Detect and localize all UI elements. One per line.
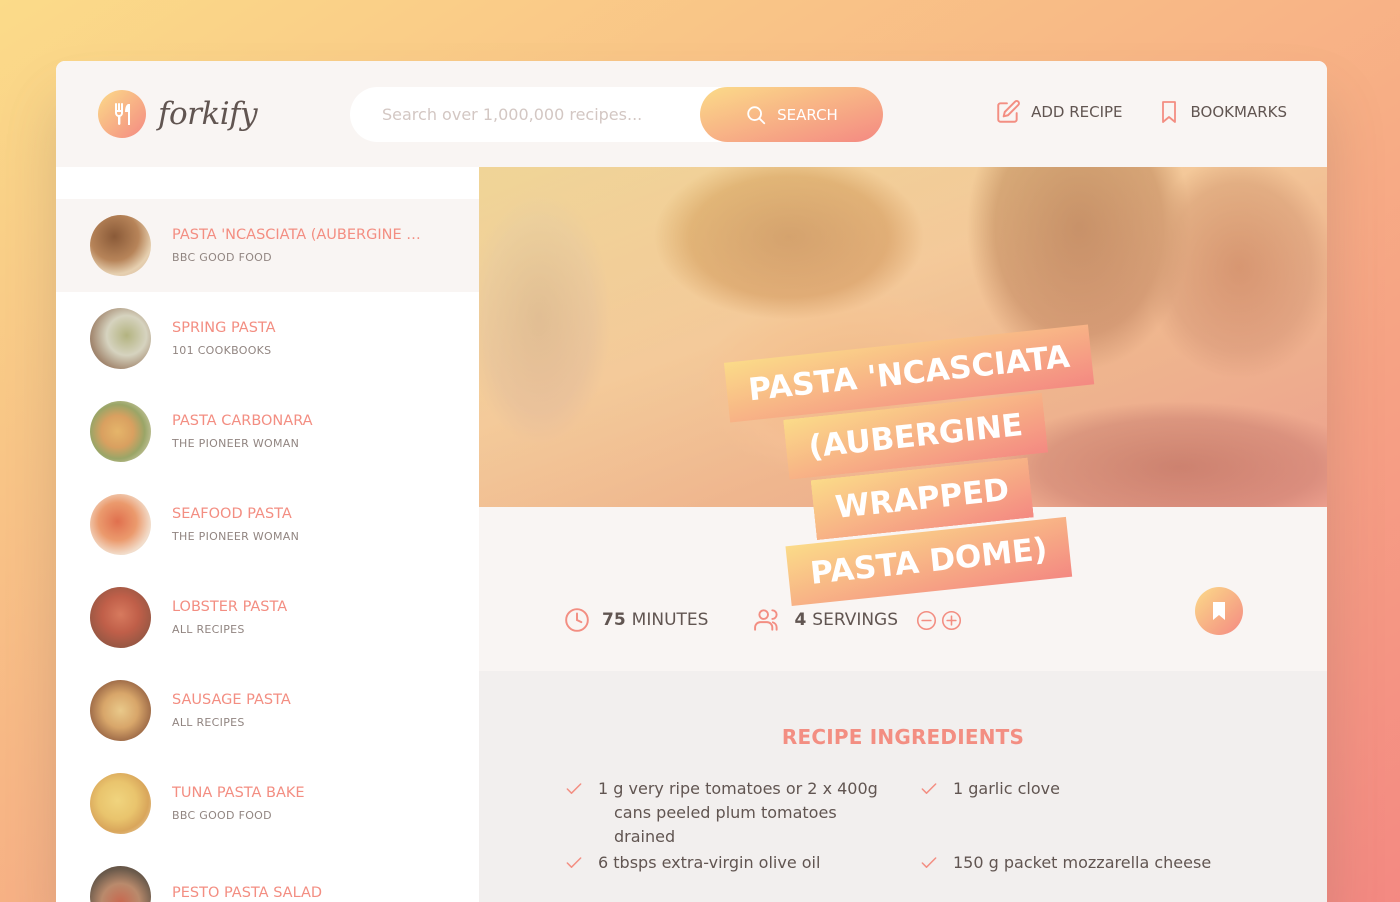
cooking-time: 75 MINUTES xyxy=(564,607,708,633)
ingredient-item: 1 g very ripe tomatoes or 2 x 400g cans … xyxy=(564,777,894,849)
recipe-title-line: (AUBERGINE WRAPPED xyxy=(783,392,1048,541)
result-title: TUNA PASTA BAKE xyxy=(172,785,305,801)
list-item[interactable]: PASTA 'NCASCIATA (AUBERGINE WRAPPED PAST… xyxy=(56,199,479,292)
result-publisher: 101 COOKBOOKS xyxy=(172,344,272,357)
list-item[interactable]: SPRING PASTA 101 COOKBOOKS xyxy=(56,292,479,385)
result-publisher: THE PIONEER WOMAN xyxy=(172,437,300,450)
check-icon xyxy=(921,857,937,868)
recipe-title: PASTA 'NCASCIATA (AUBERGINE WRAPPED PAST… xyxy=(697,321,1141,616)
servings-label: SERVINGS xyxy=(812,610,899,630)
ingredient-text: 6 tbsps extra-virgin olive oil xyxy=(598,853,821,872)
bookmark-icon xyxy=(1161,101,1176,123)
header: forkify SEARCH ADD RECIPE xyxy=(56,61,1327,167)
result-publisher: ALL RECIPES xyxy=(172,623,245,636)
result-publisher: THE PIONEER WOMAN xyxy=(172,530,300,543)
search-results: PASTA 'NCASCIATA (AUBERGINE WRAPPED PAST… xyxy=(56,167,479,902)
clock-icon xyxy=(565,608,589,632)
cooking-minutes: 75 xyxy=(602,610,626,630)
top-nav: ADD RECIPE BOOKMARKS xyxy=(995,99,1287,125)
plus-circle-icon xyxy=(941,610,962,630)
bookmarks-button[interactable]: BOOKMARKS xyxy=(1157,99,1287,125)
recipe-thumbnail xyxy=(90,680,151,741)
recipe-ingredients: RECIPE INGREDIENTS 1 g very ripe tomatoe… xyxy=(479,671,1327,902)
ingredient-text: 150 g packet mozzarella cheese xyxy=(953,853,1212,872)
result-title: LOBSTER PASTA xyxy=(172,599,288,615)
recipe-view: PASTA 'NCASCIATA (AUBERGINE WRAPPED PAST… xyxy=(479,167,1327,902)
result-title: SAUSAGE PASTA xyxy=(172,692,291,708)
ingredient-text: 1 garlic clove xyxy=(953,779,1060,798)
minutes-label: MINUTES xyxy=(631,610,709,630)
list-item[interactable]: SEAFOOD PASTA THE PIONEER WOMAN xyxy=(56,478,479,571)
bookmark-filled-icon xyxy=(1213,602,1225,620)
search-icon xyxy=(747,105,766,124)
ingredients-heading: RECIPE INGREDIENTS xyxy=(781,725,1025,749)
ingredient-item: 6 tbsps extra-virgin olive oil xyxy=(564,851,894,875)
servings: 4 SERVINGS xyxy=(754,607,962,633)
search-form: SEARCH xyxy=(350,87,883,142)
recipe-thumbnail xyxy=(90,494,151,555)
result-title: PASTA 'NCASCIATA (AUBERGINE WRAPPED PAST… xyxy=(172,227,430,243)
ingredient-item: 150 g packet mozzarella cheese xyxy=(919,851,1249,875)
result-publisher: ALL RECIPES xyxy=(172,716,245,729)
result-title: PESTO PASTA SALAD xyxy=(172,884,323,901)
list-item[interactable]: PESTO PASTA SALAD xyxy=(56,850,479,902)
recipe-thumbnail xyxy=(90,401,151,462)
recipe-thumbnail xyxy=(90,773,151,834)
recipe-thumbnail xyxy=(90,866,151,902)
ingredient-text: cans peeled plum tomatoes drained xyxy=(614,803,837,846)
ingredient-text: 1 g very ripe tomatoes or 2 x 400g xyxy=(598,779,878,798)
increase-servings-button[interactable] xyxy=(941,610,962,631)
logo[interactable]: forkify xyxy=(98,89,258,139)
list-item[interactable]: TUNA PASTA BAKE BBC GOOD FOOD xyxy=(56,757,479,850)
check-icon xyxy=(566,783,582,794)
result-title: PASTA CARBONARA xyxy=(172,413,313,429)
search-input[interactable] xyxy=(382,105,722,124)
list-item[interactable]: SAUSAGE PASTA ALL RECIPES xyxy=(56,664,479,757)
check-icon xyxy=(921,783,937,794)
result-publisher: BBC GOOD FOOD xyxy=(172,809,272,822)
list-item[interactable]: LOBSTER PASTA ALL RECIPES xyxy=(56,571,479,664)
search-button[interactable]: SEARCH xyxy=(700,87,883,142)
result-title: SEAFOOD PASTA xyxy=(172,506,292,522)
bookmark-recipe-button[interactable] xyxy=(1195,587,1243,635)
list-item[interactable]: PASTA CARBONARA THE PIONEER WOMAN xyxy=(56,385,479,478)
check-icon xyxy=(566,857,582,868)
fork-knife-icon xyxy=(98,90,146,138)
app-container: forkify SEARCH ADD RECIPE xyxy=(56,61,1327,902)
servings-controls xyxy=(916,610,962,631)
result-title: SPRING PASTA xyxy=(172,320,276,336)
decrease-servings-button[interactable] xyxy=(916,610,937,631)
recipe-thumbnail xyxy=(90,587,151,648)
add-recipe-button[interactable]: ADD RECIPE xyxy=(995,99,1123,125)
ingredient-item: 1 garlic clove xyxy=(919,777,1249,801)
add-recipe-label: ADD RECIPE xyxy=(1031,103,1123,121)
bookmarks-label: BOOKMARKS xyxy=(1190,103,1287,121)
edit-icon xyxy=(997,100,1020,123)
recipe-thumbnail xyxy=(90,215,151,276)
recipe-thumbnail xyxy=(90,308,151,369)
logo-text: forkify xyxy=(158,96,258,132)
minus-circle-icon xyxy=(916,610,937,630)
search-button-label: SEARCH xyxy=(777,105,838,124)
result-publisher: BBC GOOD FOOD xyxy=(172,251,272,264)
servings-count: 4 xyxy=(794,610,807,630)
